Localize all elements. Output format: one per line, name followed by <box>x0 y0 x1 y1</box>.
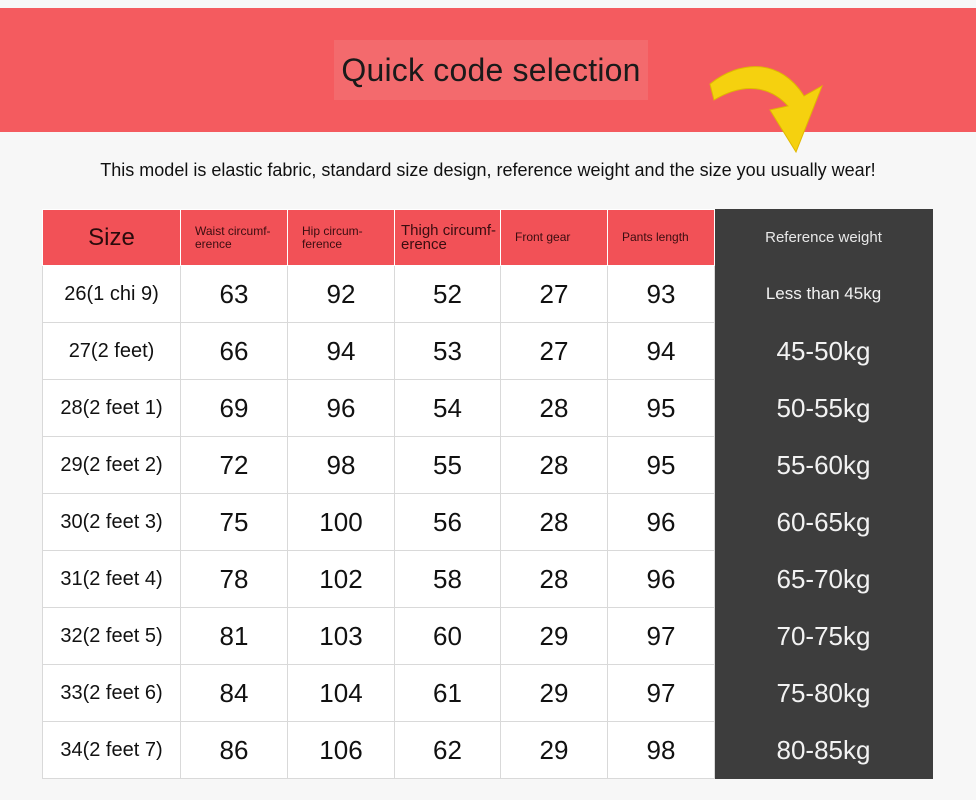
weight-cell: 60-65kg <box>714 493 933 551</box>
thigh-cell: 58 <box>394 550 501 608</box>
pants-length-cell: 94 <box>607 322 715 380</box>
pants-length-cell: 95 <box>607 379 715 437</box>
front-gear-cell: 27 <box>500 265 608 323</box>
weight-cell: 45-50kg <box>714 322 933 380</box>
weight-cell: 70-75kg <box>714 607 933 665</box>
front-gear-cell: 29 <box>500 664 608 722</box>
table-row: 32(2 feet 5) 81 103 60 29 97 70-75kg <box>42 607 933 665</box>
header-pants-length: Pants length <box>607 209 715 266</box>
weight-cell: 65-70kg <box>714 550 933 608</box>
weight-cell: 50-55kg <box>714 379 933 437</box>
weight-cell: 55-60kg <box>714 436 933 494</box>
pants-length-cell: 97 <box>607 607 715 665</box>
header-hip: Hip circum-ference <box>287 209 395 266</box>
thigh-cell: 54 <box>394 379 501 437</box>
thigh-cell: 53 <box>394 322 501 380</box>
header-thigh: Thigh circumf-erence <box>394 209 501 266</box>
front-gear-cell: 28 <box>500 493 608 551</box>
weight-cell: 75-80kg <box>714 664 933 722</box>
table-row: 29(2 feet 2) 72 98 55 28 95 55-60kg <box>42 436 933 494</box>
weight-cell: 80-85kg <box>714 721 933 779</box>
size-cell: 29(2 feet 2) <box>42 436 181 494</box>
table-row: 34(2 feet 7) 86 106 62 29 98 80-85kg <box>42 721 933 779</box>
header-size: Size <box>42 209 181 266</box>
thigh-cell: 60 <box>394 607 501 665</box>
size-cell: 33(2 feet 6) <box>42 664 181 722</box>
front-gear-cell: 27 <box>500 322 608 380</box>
size-cell: 30(2 feet 3) <box>42 493 181 551</box>
pants-length-cell: 98 <box>607 721 715 779</box>
waist-cell: 81 <box>180 607 288 665</box>
table-row: 30(2 feet 3) 75 100 56 28 96 60-65kg <box>42 493 933 551</box>
description-text: This model is elastic fabric, standard s… <box>100 160 876 180</box>
waist-cell: 66 <box>180 322 288 380</box>
table-row: 26(1 chi 9) 63 92 52 27 93 Less than 45kg <box>42 265 933 323</box>
size-cell: 32(2 feet 5) <box>42 607 181 665</box>
pants-length-cell: 97 <box>607 664 715 722</box>
page-title: Quick code selection <box>341 51 641 88</box>
table-row: 33(2 feet 6) 84 104 61 29 97 75-80kg <box>42 664 933 722</box>
hip-cell: 102 <box>287 550 395 608</box>
size-chart-table: Size Waist circumf-erence Hip circum-fer… <box>42 209 933 779</box>
hip-cell: 96 <box>287 379 395 437</box>
pants-length-cell: 93 <box>607 265 715 323</box>
hip-cell: 103 <box>287 607 395 665</box>
pants-length-cell: 96 <box>607 550 715 608</box>
hip-cell: 106 <box>287 721 395 779</box>
waist-cell: 69 <box>180 379 288 437</box>
thigh-cell: 55 <box>394 436 501 494</box>
thigh-cell: 56 <box>394 493 501 551</box>
hip-cell: 92 <box>287 265 395 323</box>
front-gear-cell: 29 <box>500 721 608 779</box>
front-gear-cell: 28 <box>500 550 608 608</box>
hip-cell: 104 <box>287 664 395 722</box>
hip-cell: 98 <box>287 436 395 494</box>
curved-arrow-icon <box>709 66 823 154</box>
hip-cell: 100 <box>287 493 395 551</box>
table-row: 31(2 feet 4) 78 102 58 28 96 65-70kg <box>42 550 933 608</box>
waist-cell: 75 <box>180 493 288 551</box>
front-gear-cell: 28 <box>500 436 608 494</box>
weight-cell: Less than 45kg <box>714 265 933 323</box>
header-waist: Waist circumf-erence <box>180 209 288 266</box>
title-box: Quick code selection <box>334 40 648 100</box>
pants-length-cell: 96 <box>607 493 715 551</box>
size-cell: 27(2 feet) <box>42 322 181 380</box>
table-header-row: Size Waist circumf-erence Hip circum-fer… <box>42 209 933 266</box>
size-cell: 31(2 feet 4) <box>42 550 181 608</box>
thigh-cell: 52 <box>394 265 501 323</box>
waist-cell: 86 <box>180 721 288 779</box>
thigh-cell: 61 <box>394 664 501 722</box>
pants-length-cell: 95 <box>607 436 715 494</box>
table-row: 28(2 feet 1) 69 96 54 28 95 50-55kg <box>42 379 933 437</box>
header-reference-weight: Reference weight <box>714 209 933 266</box>
waist-cell: 72 <box>180 436 288 494</box>
table-row: 27(2 feet) 66 94 53 27 94 45-50kg <box>42 322 933 380</box>
waist-cell: 78 <box>180 550 288 608</box>
waist-cell: 84 <box>180 664 288 722</box>
waist-cell: 63 <box>180 265 288 323</box>
front-gear-cell: 29 <box>500 607 608 665</box>
thigh-cell: 62 <box>394 721 501 779</box>
front-gear-cell: 28 <box>500 379 608 437</box>
header-front-gear: Front gear <box>500 209 608 266</box>
size-cell: 26(1 chi 9) <box>42 265 181 323</box>
hip-cell: 94 <box>287 322 395 380</box>
size-cell: 28(2 feet 1) <box>42 379 181 437</box>
size-cell: 34(2 feet 7) <box>42 721 181 779</box>
